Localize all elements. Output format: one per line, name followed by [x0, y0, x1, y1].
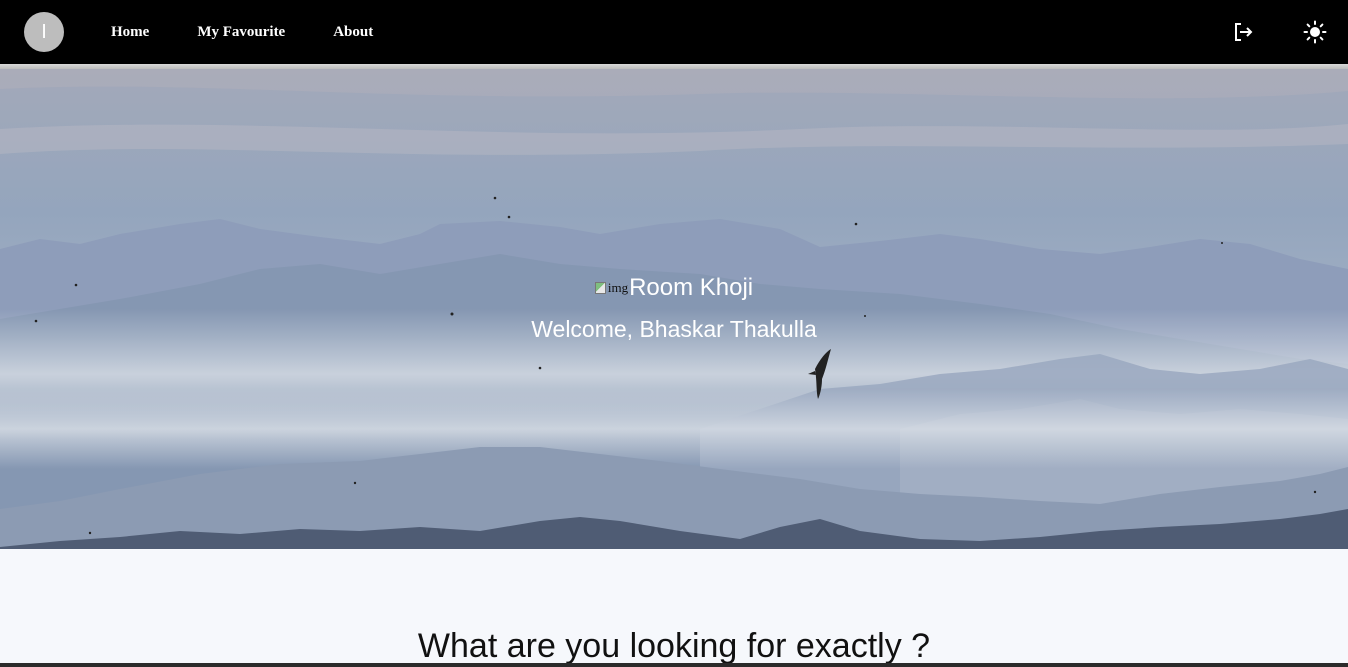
brand-row: img Room Khoji — [0, 274, 1348, 302]
logo-alt-text: img — [607, 280, 629, 295]
brand-name: Room Khoji — [629, 274, 754, 301]
theme-toggle-button[interactable] — [1301, 18, 1329, 46]
user-avatar[interactable]: I — [24, 12, 64, 52]
top-navbar: I Home My Favourite About — [0, 0, 1348, 64]
bottom-scroll-edge — [0, 663, 1348, 667]
nav-link-about[interactable]: About — [333, 24, 373, 41]
hero-banner: img Room Khoji Welcome, Bhaskar Thakulla — [0, 69, 1348, 549]
logo-image: img — [594, 280, 629, 296]
hero-content: img Room Khoji Welcome, Bhaskar Thakulla — [0, 274, 1348, 343]
avatar-initial: I — [41, 20, 47, 43]
nav-link-home[interactable]: Home — [111, 24, 149, 41]
nav-links: Home My Favourite About — [111, 0, 421, 64]
logout-icon — [1235, 23, 1253, 41]
broken-image-icon — [594, 282, 606, 294]
logout-button[interactable] — [1229, 18, 1257, 46]
section-title: What are you looking for exactly ? — [417, 627, 931, 665]
nav-link-my-favourite[interactable]: My Favourite — [197, 24, 285, 41]
welcome-message: Welcome, Bhaskar Thakulla — [531, 316, 817, 342]
sun-icon — [1303, 20, 1327, 44]
